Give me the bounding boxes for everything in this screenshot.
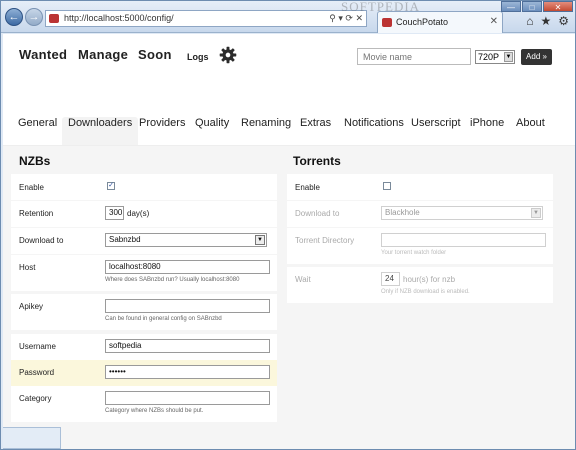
settings-gear-icon[interactable] (219, 46, 237, 64)
torrent-download-to-select[interactable]: Blackhole ▼ (381, 206, 543, 220)
retention-row: Retention 300 day(s) (11, 201, 277, 227)
wait-row: Wait 24 hour(s) for nzb Only if NZB down… (287, 267, 553, 303)
host-label: Host (19, 263, 36, 272)
nzb-enable-checkbox[interactable]: ✓ (107, 182, 115, 190)
download-to-row: Download to Sabnzbd ▼ (11, 228, 277, 254)
tab-userscript[interactable]: Userscript (411, 117, 461, 145)
apikey-input[interactable] (105, 299, 270, 313)
username-label: Username (19, 342, 56, 351)
torrents-title: Torrents (293, 154, 341, 168)
username-row: Username softpedia (11, 334, 277, 360)
movie-name-input[interactable] (357, 48, 471, 65)
minimize-button[interactable]: — (501, 1, 521, 12)
category-hint: Category where NZBs should be put. (105, 408, 204, 414)
torrent-directory-hint: Your torrent watch folder (381, 250, 447, 256)
torrent-download-to-row: Download to Blackhole ▼ (287, 201, 553, 227)
download-to-label: Download to (19, 236, 64, 245)
forward-arrow-icon: → (28, 11, 40, 23)
host-row: Host localhost:8080 Where does SABnzbd r… (11, 255, 277, 291)
browser-toolbar-icons: ⌂ ★ ⚙ (526, 14, 569, 28)
torrent-directory-label: Torrent Directory (295, 236, 355, 245)
chevron-down-icon: ▼ (255, 235, 265, 245)
browser-chrome: ← → http://localhost:5000/config/ ⚲ ▾ ⟳ … (1, 1, 575, 33)
password-input[interactable]: •••••• (105, 365, 270, 379)
status-bar-fragment (3, 427, 61, 449)
page-content: Wanted Manage Soon Logs Movie name 720P … (3, 34, 575, 449)
back-button[interactable]: ← (5, 8, 23, 26)
window-controls: — □ ✕ (501, 1, 573, 12)
tab-downloaders[interactable]: Downloaders (62, 117, 139, 145)
torrent-enable-label: Enable (295, 183, 320, 192)
close-window-button[interactable]: ✕ (543, 1, 573, 12)
back-arrow-icon: ← (8, 11, 20, 23)
tab-general[interactable]: General (18, 117, 57, 145)
chevron-down-icon: ▼ (531, 208, 541, 218)
category-label: Category (19, 394, 52, 403)
password-row: Password •••••• (11, 360, 277, 386)
download-to-value: Sabnzbd (109, 235, 141, 244)
wait-unit: hour(s) for nzb (403, 275, 456, 284)
category-row: Category Category where NZBs should be p… (11, 386, 277, 422)
tab-about[interactable]: About (516, 117, 545, 145)
retention-unit: day(s) (127, 209, 150, 218)
quality-select[interactable]: 720P ▼ (475, 50, 515, 64)
download-to-select[interactable]: Sabnzbd ▼ (105, 233, 267, 247)
nav-manage[interactable]: Manage (78, 47, 128, 62)
address-url: http://localhost:5000/config/ (64, 13, 174, 23)
tools-gear-icon[interactable]: ⚙ (558, 14, 569, 28)
chevron-down-icon: ▼ (504, 52, 513, 62)
downloaders-settings: NZBs Enable ✓ Retention 300 day(s) Downl… (3, 146, 575, 449)
app-header: Wanted Manage Soon Logs Movie name 720P … (3, 34, 575, 76)
tab-notifications[interactable]: Notifications (344, 117, 404, 145)
wait-hint: Only if NZB download is enabled. (381, 289, 470, 295)
tab-iphone[interactable]: iPhone (470, 117, 504, 145)
site-favicon-icon (49, 14, 59, 23)
host-input[interactable]: localhost:8080 (105, 260, 270, 274)
torrent-directory-input[interactable] (381, 233, 546, 247)
username-input[interactable]: softpedia (105, 339, 270, 353)
tab-quality[interactable]: Quality (195, 117, 229, 145)
tab-favicon-icon (382, 18, 392, 27)
tab-extras[interactable]: Extras (300, 117, 331, 145)
tab-title: CouchPotato (396, 17, 449, 27)
home-icon[interactable]: ⌂ (526, 14, 533, 28)
favorites-star-icon[interactable]: ★ (540, 14, 551, 28)
nav-wanted[interactable]: Wanted (19, 47, 67, 62)
browser-tab[interactable]: CouchPotato ✕ (377, 11, 503, 33)
forward-button[interactable]: → (25, 8, 43, 26)
nav-logs[interactable]: Logs (187, 52, 209, 62)
nzb-enable-label: Enable (19, 183, 44, 192)
config-tabs: General Downloaders Providers Quality Re… (3, 106, 575, 146)
torrent-directory-row: Torrent Directory Your torrent watch fol… (287, 228, 553, 264)
category-input[interactable] (105, 391, 270, 405)
wait-input[interactable]: 24 (381, 272, 400, 286)
torrent-enable-row: Enable (287, 174, 553, 200)
address-bar[interactable]: http://localhost:5000/config/ ⚲ ▾ ⟳ ✕ (45, 10, 367, 27)
host-hint: Where does SABnzbd run? Usually localhos… (105, 277, 240, 283)
tab-renaming[interactable]: Renaming (241, 117, 291, 145)
nav-soon[interactable]: Soon (138, 47, 172, 62)
tab-close-icon[interactable]: ✕ (490, 12, 498, 32)
nzbs-title: NZBs (19, 154, 51, 168)
apikey-label: Apikey (19, 302, 44, 311)
apikey-row: Apikey Can be found in general config on… (11, 294, 277, 330)
quality-select-value: 720P (478, 52, 500, 62)
torrent-download-to-value: Blackhole (385, 208, 420, 217)
add-movie-button[interactable]: Add » (521, 49, 552, 65)
browser-window: ← → http://localhost:5000/config/ ⚲ ▾ ⟳ … (0, 0, 576, 450)
torrent-enable-checkbox[interactable] (383, 182, 391, 190)
apikey-hint: Can be found in general config on SABnzb… (105, 316, 222, 322)
torrent-download-to-label: Download to (295, 209, 340, 218)
retention-input[interactable]: 300 (105, 206, 124, 220)
password-label: Password (19, 368, 55, 377)
maximize-button[interactable]: □ (522, 1, 542, 12)
retention-label: Retention (19, 209, 54, 218)
nzb-enable-row: Enable ✓ (11, 174, 277, 200)
tab-providers[interactable]: Providers (139, 117, 185, 145)
wait-label: Wait (295, 275, 311, 284)
